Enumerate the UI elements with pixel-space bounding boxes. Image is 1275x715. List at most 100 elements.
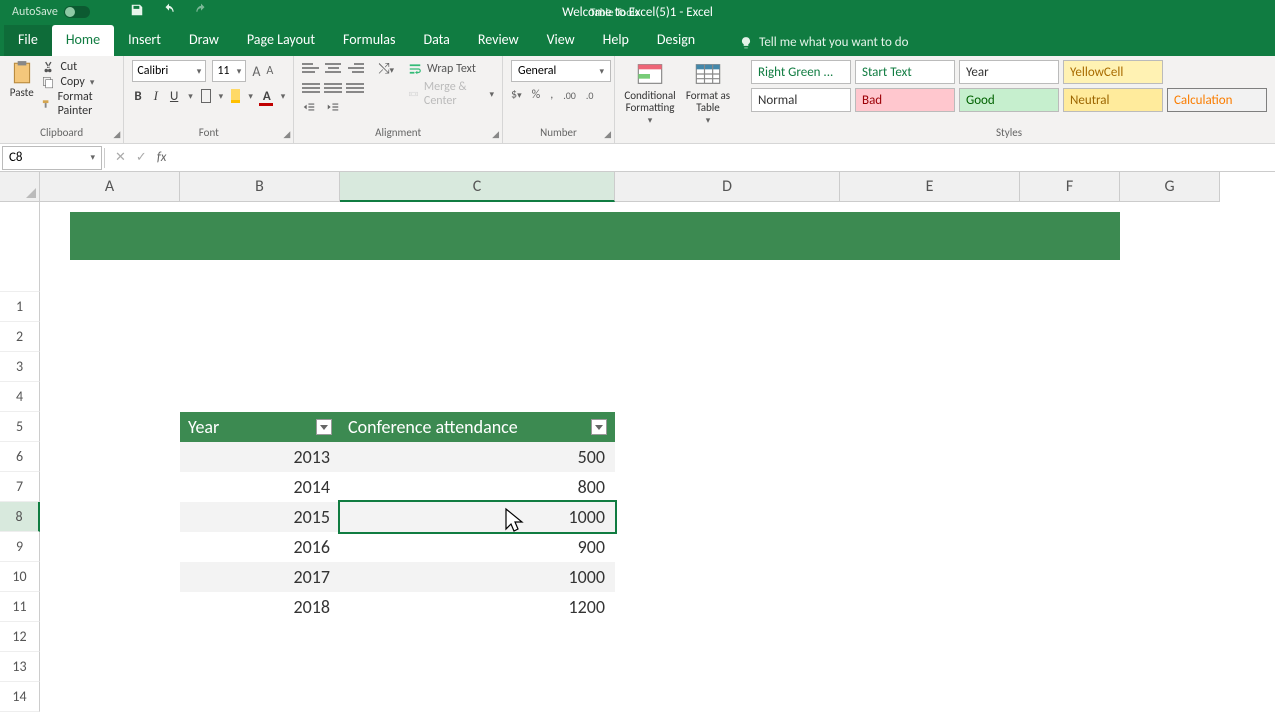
fill-color-button[interactable]	[231, 89, 240, 103]
row-header-8[interactable]: 8	[0, 502, 40, 532]
tab-data[interactable]: Data	[409, 25, 463, 56]
tab-view[interactable]: View	[533, 25, 589, 56]
increase-font-icon[interactable]: A	[252, 63, 260, 80]
tab-help[interactable]: Help	[589, 25, 643, 56]
table-cell-year[interactable]: 2016	[180, 532, 340, 562]
row-header-10[interactable]: 10	[0, 562, 40, 592]
style-year[interactable]: Year	[959, 60, 1059, 84]
tab-home[interactable]: Home	[52, 25, 114, 56]
conditional-formatting-button[interactable]: Conditional Formatting ▾	[623, 60, 677, 141]
table-cell-attendance[interactable]: 800	[340, 472, 615, 502]
select-all-button[interactable]	[0, 172, 40, 202]
table-cell-year[interactable]: 2018	[180, 592, 340, 622]
style-yellow-cell[interactable]: YellowCell	[1063, 60, 1163, 84]
table-cell-attendance[interactable]: 1000	[340, 562, 615, 592]
format-as-table-button[interactable]: Format as Table ▾	[681, 60, 735, 141]
cut-button[interactable]: Cut	[41, 60, 115, 74]
row-header-1[interactable]: 1	[0, 292, 40, 322]
filter-icon[interactable]	[591, 419, 607, 435]
formula-input[interactable]	[176, 147, 1275, 169]
row-header-4[interactable]: 4	[0, 382, 40, 412]
table-cell-attendance[interactable]: 1000	[340, 502, 615, 532]
font-color-button[interactable]: A	[261, 89, 273, 104]
row-header-7[interactable]: 7	[0, 472, 40, 502]
fx-icon[interactable]: fx	[157, 150, 167, 165]
row-header-14[interactable]: 14	[0, 682, 40, 712]
row-header-2[interactable]: 2	[0, 322, 40, 352]
format-painter-button[interactable]: Format Painter	[41, 90, 115, 118]
tell-me-input[interactable]: Tell me what you want to do	[739, 35, 908, 56]
tab-draw[interactable]: Draw	[175, 25, 233, 56]
tab-design[interactable]: Design	[643, 25, 709, 56]
style-neutral[interactable]: Neutral	[1063, 88, 1163, 112]
table-cell-attendance[interactable]: 500	[340, 442, 615, 472]
table-header-attendance[interactable]: Conference attendance	[340, 412, 615, 442]
style-calculation[interactable]: Calculation	[1167, 88, 1267, 112]
increase-decimal-button[interactable]: .00	[563, 89, 576, 102]
redo-icon[interactable]	[194, 3, 208, 21]
font-size-select[interactable]: 11▾	[212, 60, 246, 82]
decrease-font-icon[interactable]: A	[266, 64, 273, 78]
bold-button[interactable]: B	[132, 89, 143, 104]
row-header-9[interactable]: 9	[0, 532, 40, 562]
tab-formulas[interactable]: Formulas	[329, 25, 409, 56]
copy-button[interactable]: Copy ▾	[41, 75, 115, 89]
row-header-11[interactable]: 11	[0, 592, 40, 622]
table-cell-year[interactable]: 2017	[180, 562, 340, 592]
table-header-year[interactable]: Year	[180, 412, 340, 442]
column-header-D[interactable]: D	[615, 172, 840, 202]
column-header-C[interactable]: C	[340, 172, 615, 202]
percent-button[interactable]: %	[532, 88, 541, 102]
tab-file[interactable]: File	[4, 25, 52, 56]
column-header-A[interactable]: A	[40, 172, 180, 202]
tab-page-layout[interactable]: Page Layout	[233, 25, 329, 56]
autosave-toggle[interactable]: AutoSave	[12, 5, 90, 19]
decrease-decimal-button[interactable]: .0	[586, 89, 594, 102]
cancel-formula-icon[interactable]: ✕	[115, 150, 126, 165]
comma-button[interactable]: ,	[550, 88, 553, 102]
borders-button[interactable]	[201, 89, 211, 103]
font-dialog-launcher-icon[interactable]: ◢	[283, 129, 290, 140]
row-header-6[interactable]: 6	[0, 442, 40, 472]
table-cell-year[interactable]: 2013	[180, 442, 340, 472]
enter-formula-icon[interactable]: ✓	[136, 150, 147, 165]
underline-button[interactable]: U	[168, 89, 180, 104]
save-icon[interactable]	[130, 3, 144, 21]
row-header-3[interactable]: 3	[0, 352, 40, 382]
column-header-E[interactable]: E	[840, 172, 1020, 202]
orientation-button[interactable]: ⤭▾	[378, 60, 394, 96]
alignment-buttons[interactable]	[302, 60, 364, 96]
wrap-text-button[interactable]: Wrap Text	[408, 62, 494, 76]
undo-icon[interactable]	[162, 3, 176, 21]
increase-indent-icon[interactable]	[326, 100, 340, 119]
filter-icon[interactable]	[316, 419, 332, 435]
style-bad[interactable]: Bad	[855, 88, 955, 112]
style-normal[interactable]: Normal	[751, 88, 851, 112]
style-right-green[interactable]: Right Green ...	[751, 60, 851, 84]
style-good[interactable]: Good	[959, 88, 1059, 112]
merge-center-button[interactable]: Merge & Center ▾	[408, 80, 494, 108]
style-start-text[interactable]: Start Text	[855, 60, 955, 84]
column-header-G[interactable]: G	[1120, 172, 1220, 202]
clipboard-dialog-launcher-icon[interactable]: ◢	[113, 129, 120, 140]
column-header-B[interactable]: B	[180, 172, 340, 202]
name-box[interactable]: C8▾	[2, 146, 102, 170]
alignment-dialog-launcher-icon[interactable]: ◢	[492, 129, 499, 140]
tab-insert[interactable]: Insert	[114, 25, 175, 56]
row-header-5[interactable]: 5	[0, 412, 40, 442]
number-format-select[interactable]: General▾	[511, 60, 611, 82]
row-header-13[interactable]: 13	[0, 652, 40, 682]
table-cell-attendance[interactable]: 1200	[340, 592, 615, 622]
number-dialog-launcher-icon[interactable]: ◢	[604, 129, 611, 140]
currency-button[interactable]: $▾	[511, 88, 522, 102]
paste-button[interactable]: Paste	[8, 60, 35, 118]
table-cell-year[interactable]: 2015	[180, 502, 340, 532]
table-cell-year[interactable]: 2014	[180, 472, 340, 502]
tab-review[interactable]: Review	[464, 25, 533, 56]
italic-button[interactable]: I	[152, 88, 160, 104]
row-header-12[interactable]: 12	[0, 622, 40, 652]
column-header-F[interactable]: F	[1020, 172, 1120, 202]
table-cell-attendance[interactable]: 900	[340, 532, 615, 562]
font-name-select[interactable]: Calibri▾	[132, 60, 206, 82]
decrease-indent-icon[interactable]	[302, 100, 316, 119]
